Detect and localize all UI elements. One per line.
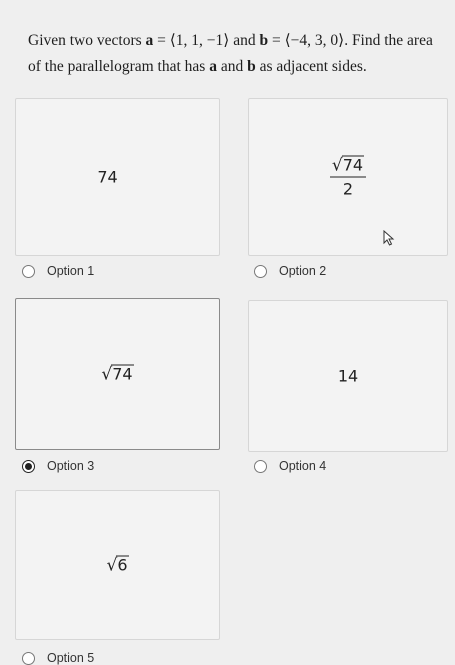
option-5-card[interactable]: √ 6: [15, 490, 220, 640]
option-1-answer: 74: [97, 167, 118, 187]
option-4[interactable]: Option 4: [254, 459, 326, 473]
option-5[interactable]: Option 5: [22, 651, 94, 665]
option-3-label: Option 3: [47, 459, 95, 473]
option-1-radio[interactable]: [22, 264, 35, 278]
option-1-card[interactable]: 74: [15, 98, 220, 256]
option-2-answer: √ 74 2: [249, 155, 447, 199]
option-1[interactable]: Option 1: [22, 264, 94, 278]
option-5-label: Option 5: [47, 651, 95, 665]
question-text: Given two vectors a = ⟨1, 1, −1⟩ and b =…: [28, 32, 433, 75]
option-2[interactable]: Option 2: [254, 264, 326, 278]
option-4-answer: 14: [337, 366, 359, 386]
option-3[interactable]: Option 3: [22, 459, 94, 473]
option-5-answer: √ 6: [106, 555, 129, 576]
option-4-radio[interactable]: [254, 459, 267, 473]
option-3-answer: √ 74: [101, 364, 134, 385]
mouse-pointer-icon: [383, 230, 395, 246]
option-1-label: Option 1: [47, 264, 95, 278]
option-5-radio[interactable]: [22, 651, 35, 665]
option-4-label: Option 4: [279, 459, 327, 473]
option-2-label: Option 2: [279, 264, 327, 278]
option-2-card[interactable]: √ 74 2: [248, 98, 448, 256]
option-3-radio[interactable]: [22, 459, 35, 473]
option-3-card[interactable]: √ 74: [15, 298, 220, 450]
option-2-radio[interactable]: [254, 264, 267, 278]
option-4-card[interactable]: 14: [248, 300, 448, 452]
